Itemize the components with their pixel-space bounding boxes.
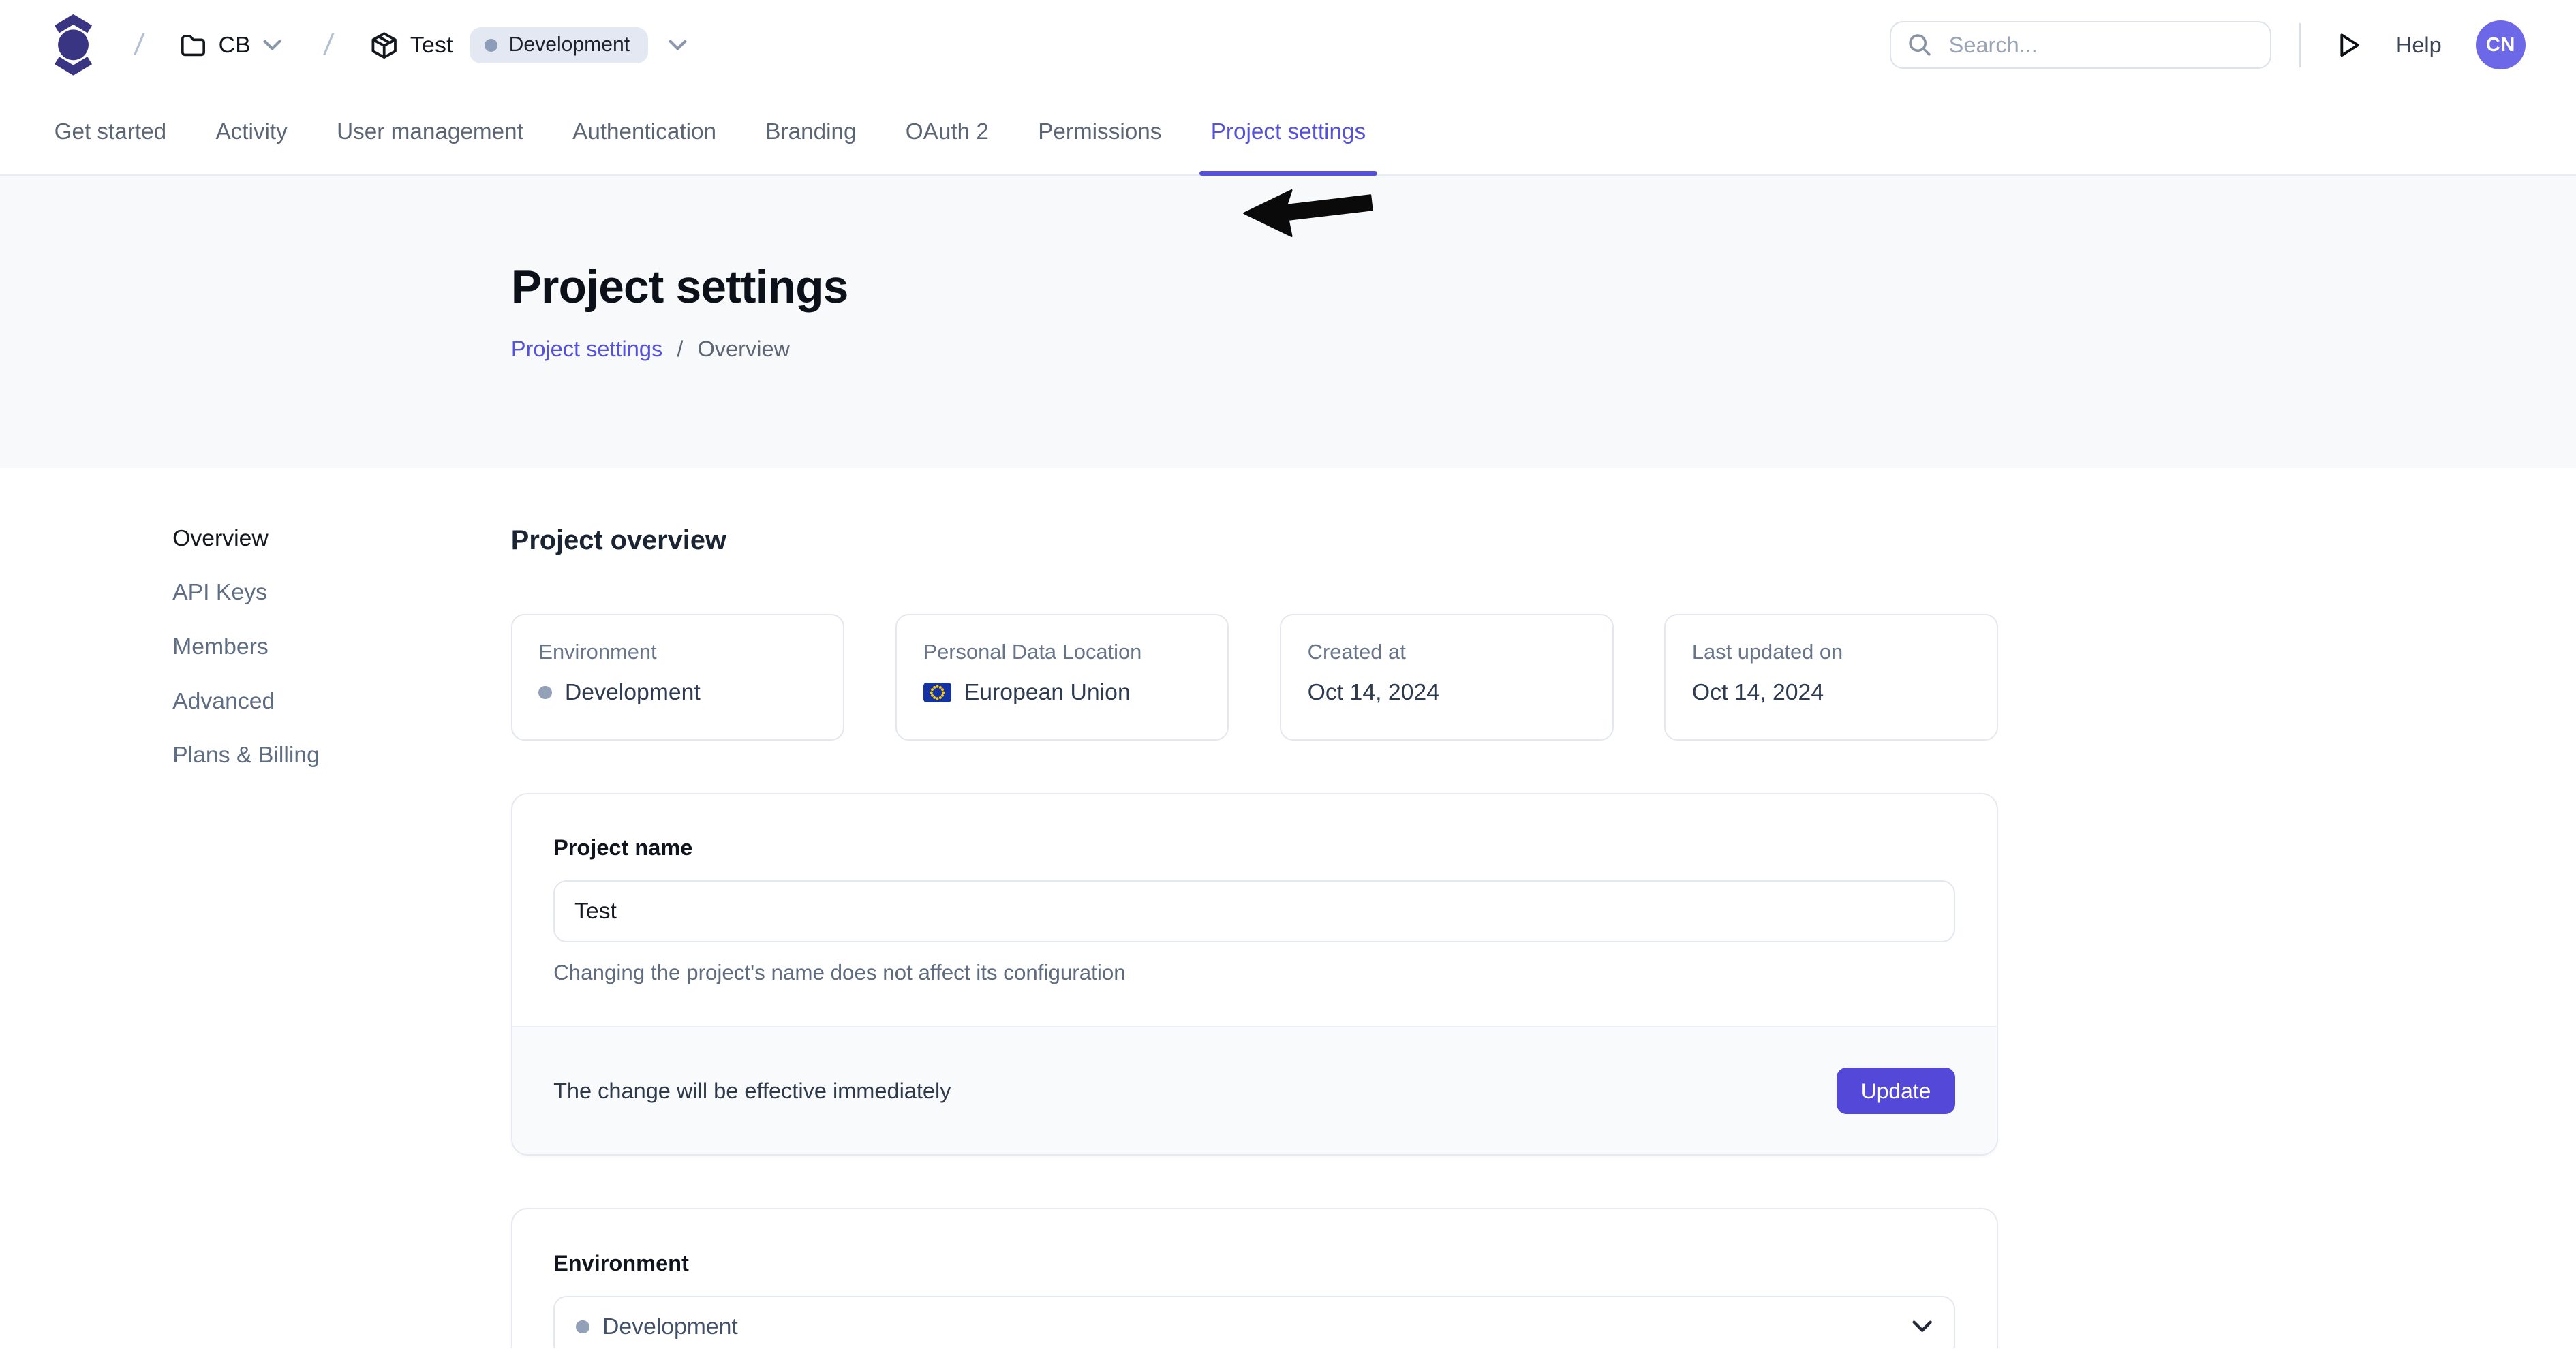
chevron-down-icon	[1912, 1320, 1933, 1335]
info-card-data-location: Personal Data Location	[895, 614, 1229, 741]
chevron-down-icon	[262, 39, 282, 52]
search-icon	[1907, 33, 1932, 57]
project-name-input[interactable]	[553, 880, 1955, 943]
environment-dot-icon	[485, 39, 497, 52]
update-button[interactable]: Update	[1837, 1068, 1956, 1114]
breadcrumb-separator: /	[677, 337, 683, 361]
org-name: CB	[219, 32, 251, 59]
breadcrumb-link-project-settings[interactable]: Project settings	[511, 337, 662, 361]
settings-sidenav: Overview API Keys Members Advanced Plans…	[172, 468, 511, 1348]
info-card-label: Last updated on	[1692, 640, 1970, 664]
info-card-environment: Environment Development	[511, 614, 844, 741]
folder-icon	[179, 31, 207, 59]
tab-oauth2[interactable]: OAuth 2	[906, 91, 989, 174]
tab-activity[interactable]: Activity	[215, 91, 287, 174]
sidebar-item-api-keys[interactable]: API Keys	[172, 581, 511, 604]
project-name-label: Project name	[553, 835, 1955, 860]
info-card-label: Personal Data Location	[923, 640, 1201, 664]
main-tab-bar: Get started Activity User management Aut…	[0, 91, 2576, 176]
info-card-label: Environment	[538, 640, 816, 664]
info-card-value: Oct 14, 2024	[1308, 679, 1439, 706]
package-icon	[369, 31, 399, 60]
breadcrumb-slash-icon: /	[132, 29, 145, 62]
environment-select-value: Development	[602, 1314, 738, 1340]
tab-branding[interactable]: Branding	[765, 91, 856, 174]
avatar[interactable]: CN	[2476, 20, 2525, 69]
project-name-panel: Project name Changing the project's name…	[511, 793, 1998, 1156]
info-cards-row: Environment Development Personal Data Lo…	[511, 614, 1998, 741]
section-title: Project overview	[511, 525, 1998, 556]
environment-select[interactable]: Development	[553, 1296, 1955, 1349]
sidebar-item-advanced[interactable]: Advanced	[172, 690, 511, 713]
eu-flag-icon	[923, 683, 951, 702]
tab-project-settings[interactable]: Project settings	[1211, 91, 1366, 174]
info-card-created-at: Created at Oct 14, 2024	[1280, 614, 1613, 741]
breadcrumb-slash-icon: /	[322, 29, 335, 62]
search-box[interactable]	[1890, 21, 2271, 69]
project-name-panel-footer: The change will be effective immediately…	[512, 1026, 1997, 1154]
footer-note: The change will be effective immediately	[553, 1079, 951, 1104]
settings-content: Project overview Environment Development…	[511, 468, 1998, 1348]
info-card-value: Oct 14, 2024	[1692, 679, 1824, 706]
project-name-helper-text: Changing the project's name does not aff…	[553, 961, 1955, 985]
sidebar-item-overview[interactable]: Overview	[172, 527, 511, 551]
play-icon[interactable]	[2338, 32, 2361, 59]
environment-dot-icon	[538, 686, 551, 699]
corbado-logo-icon[interactable]	[51, 14, 95, 76]
org-switcher[interactable]: CB	[179, 31, 282, 59]
project-name: Test	[410, 32, 453, 59]
environment-panel: Environment Development	[511, 1208, 1998, 1348]
main-content: Overview API Keys Members Advanced Plans…	[0, 468, 2576, 1348]
chevron-down-icon	[668, 39, 688, 52]
info-card-last-updated: Last updated on Oct 14, 2024	[1664, 614, 1997, 741]
environment-dot-icon	[576, 1320, 589, 1333]
breadcrumb-current: Overview	[697, 337, 790, 361]
search-input[interactable]	[1946, 31, 2254, 59]
tab-user-management[interactable]: User management	[337, 91, 523, 174]
app-window: / CB / Test Development	[0, 0, 2576, 1348]
help-link[interactable]: Help	[2396, 33, 2442, 58]
environment-badge: Development	[470, 27, 648, 63]
info-card-value: Development	[565, 679, 701, 706]
tab-permissions[interactable]: Permissions	[1038, 91, 1161, 174]
sidebar-item-plans-billing[interactable]: Plans & Billing	[172, 744, 511, 767]
top-bar: / CB / Test Development	[0, 0, 2576, 91]
header-divider	[2299, 23, 2301, 67]
info-card-value: European Union	[964, 679, 1131, 706]
page-title: Project settings	[511, 176, 2576, 313]
tab-authentication[interactable]: Authentication	[572, 91, 716, 174]
environment-label: Environment	[553, 1251, 1955, 1276]
page-header: Project settings Project settings / Over…	[0, 176, 2576, 468]
environment-badge-label: Development	[509, 33, 630, 57]
info-card-label: Created at	[1308, 640, 1586, 664]
breadcrumb: Project settings / Overview	[511, 337, 2576, 362]
tab-get-started[interactable]: Get started	[55, 91, 167, 174]
sidebar-item-members[interactable]: Members	[172, 636, 511, 659]
project-switcher[interactable]: Test Development	[369, 27, 688, 63]
